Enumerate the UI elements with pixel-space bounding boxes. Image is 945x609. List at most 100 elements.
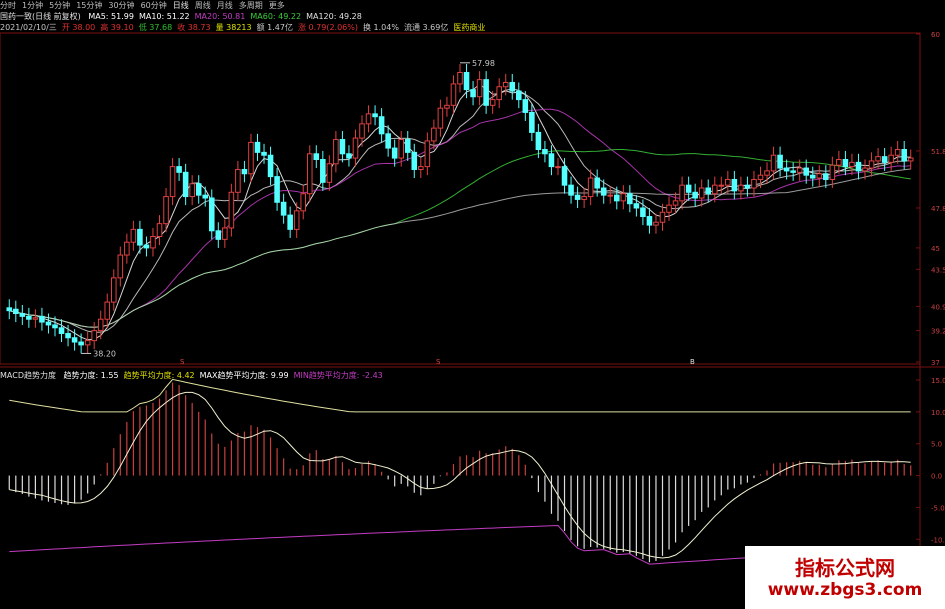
macd-tick-label-2: 5.0 [931,441,942,449]
price-tick-label-1: 51.8 [931,148,945,156]
candle-body-113 [744,184,751,189]
candle-body-8 [58,327,65,334]
price-tick-label-3: 45 [931,245,940,253]
candle-body-128 [842,158,849,168]
macd-tick-label-4: -5.0 [931,504,945,512]
candle-body-79 [522,99,529,113]
candle-body-138 [907,157,914,162]
candle-body-69 [457,72,463,85]
candle-body-20 [137,228,143,246]
candle-body-107 [705,187,712,195]
candle-body-12 [84,340,91,346]
candle-body-49 [326,163,333,183]
candle-body-19 [130,228,137,243]
candle-body-70 [463,72,470,91]
candle-body-3 [26,315,32,320]
candle-body-6 [45,321,52,326]
candle-body-51 [339,139,346,155]
candle-body-88 [581,196,587,200]
candle-body-65 [431,127,437,142]
candle-body-75 [496,86,502,101]
candle-body-1 [13,308,19,315]
candle-body-23 [156,223,163,238]
candle-body-46 [306,153,313,195]
candle-body-62 [411,151,418,170]
candle-body-123 [809,174,816,179]
candle-body-43 [287,214,293,230]
candle-body-2 [19,313,26,317]
candle-body-108 [711,184,718,195]
candle-body-117 [770,154,777,172]
candle-body-103 [679,184,685,202]
candle-body-116 [764,170,770,176]
candle-body-114 [751,178,757,189]
candle-body-95 [627,193,633,205]
candle-body-74 [489,99,496,106]
candle-body-105 [692,191,698,199]
candle-body-52 [346,153,352,159]
candle-body-59 [391,147,398,159]
candle-body-35 [235,168,241,193]
candle-body-47 [313,153,320,160]
ma-line-2 [9,108,911,328]
candle-body-68 [450,83,457,106]
candle-body-137 [901,149,907,162]
candle-body-18 [124,241,130,256]
candle-body-34 [228,191,235,229]
candle-body-38 [254,141,261,153]
candle-body-11 [78,341,84,346]
candle-body-58 [385,133,391,149]
macd-tick-label-5: -10.0 [931,536,945,544]
watermark: 指标公式网 www.zbgs3.com [745,546,945,609]
candle-body-16 [110,277,117,303]
price-tick-label-4: 43.5 [931,266,945,274]
candle-body-63 [418,166,424,170]
candle-body-99 [653,221,659,226]
candle-body-84 [555,166,561,169]
ma-line-0 [9,83,911,341]
candle-body-89 [587,177,594,198]
candle-body-24 [163,196,169,225]
candle-body-136 [894,149,901,156]
ma-line-1 [9,88,911,333]
candle-body-57 [378,116,385,135]
watermark-title: 指标公式网 [795,556,895,580]
candle-body-7 [52,324,58,329]
stock-chart: 60 51.8 47.8 45 43.5 40.9 39.2 37 15.0 10.0 5.0 0.0… [0,31,945,609]
candle-body-132 [868,160,875,169]
candle-body-29 [195,183,202,196]
candle-body-73 [483,79,489,106]
candle-body-101 [666,204,672,213]
candle-body-124 [816,173,823,179]
signal-marker-b: B [690,358,695,366]
candle-body-92 [607,194,614,197]
macd-tick-label-0: 15.0 [931,377,945,385]
candle-body-33 [222,227,228,240]
candle-body-78 [516,90,522,101]
candle-body-115 [757,174,764,180]
candle-body-15 [104,301,111,320]
candle-body-120 [790,170,796,173]
price-tick-label-0: 60 [931,31,940,39]
candle-body-110 [725,178,731,186]
candle-body-125 [823,173,829,180]
candle-body-22 [150,236,156,249]
candle-body-25 [169,166,176,198]
candle-body-32 [215,230,222,240]
candle-body-90 [594,177,600,189]
candle-body-61 [404,139,411,153]
candle-body-130 [855,161,862,172]
candle-body-100 [659,211,666,223]
candle-body-87 [574,194,581,200]
candle-body-53 [352,137,359,159]
candle-body-98 [646,216,653,226]
candle-body-83 [548,153,555,168]
candle-body-50 [333,139,339,165]
signal-marker-s2: S [436,358,441,366]
candle-body-134 [881,156,888,163]
price-tick-label-6: 39.2 [931,328,945,336]
candle-body-96 [633,203,640,209]
candle-body-10 [71,337,78,343]
candle-body-44 [293,210,300,230]
candle-body-9 [65,332,71,339]
